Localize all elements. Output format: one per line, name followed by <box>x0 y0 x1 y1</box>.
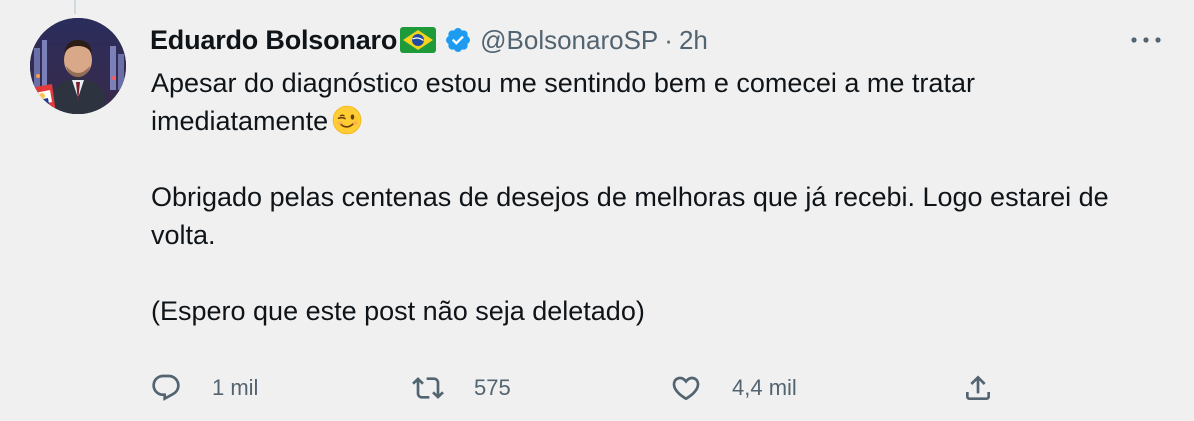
like-button[interactable]: 4,4 mil <box>670 368 797 408</box>
thread-divider <box>74 0 76 14</box>
tweet[interactable]: Eduardo Bolsonaro @BolsonaroSP · 2h Apes… <box>0 0 1194 421</box>
like-count: 4,4 mil <box>732 375 797 400</box>
tweet-header: Eduardo Bolsonaro @BolsonaroSP · 2h <box>150 21 708 59</box>
heart-icon <box>672 376 700 401</box>
winking-face-emoji <box>332 105 362 135</box>
retweet-button[interactable]: 575 <box>412 368 511 408</box>
verified-badge-icon <box>444 26 472 54</box>
retweet-icon <box>412 377 444 399</box>
share-button[interactable] <box>962 368 994 408</box>
avatar[interactable] <box>30 18 126 114</box>
display-name[interactable]: Eduardo Bolsonaro <box>150 25 397 56</box>
tweet-paragraph-2: Obrigado pelas centenas de desejos de me… <box>151 182 1109 250</box>
tweet-paragraph-1: Apesar do diagnóstico estou me sentindo … <box>151 64 1151 140</box>
tweet-line-1: Apesar do diagnóstico estou me sentindo … <box>151 68 975 136</box>
separator-dot: · <box>664 24 673 55</box>
share-icon <box>966 375 990 400</box>
reply-count: 1 mil <box>212 375 259 400</box>
timestamp[interactable]: 2h <box>679 25 708 56</box>
reply-button[interactable]: 1 mil <box>150 368 258 408</box>
reply-icon <box>152 374 180 401</box>
tweet-text: Apesar do diagnóstico estou me sentindo … <box>151 64 1151 330</box>
user-handle[interactable]: @BolsonaroSP <box>480 25 658 56</box>
brazil-flag-icon <box>400 27 437 53</box>
more-options-icon[interactable] <box>1126 26 1166 54</box>
tweet-paragraph-3: (Espero que este post não seja deletado) <box>151 296 645 326</box>
action-bar: 1 mil 575 4,4 mil <box>150 368 1010 408</box>
retweet-count: 575 <box>474 375 511 400</box>
